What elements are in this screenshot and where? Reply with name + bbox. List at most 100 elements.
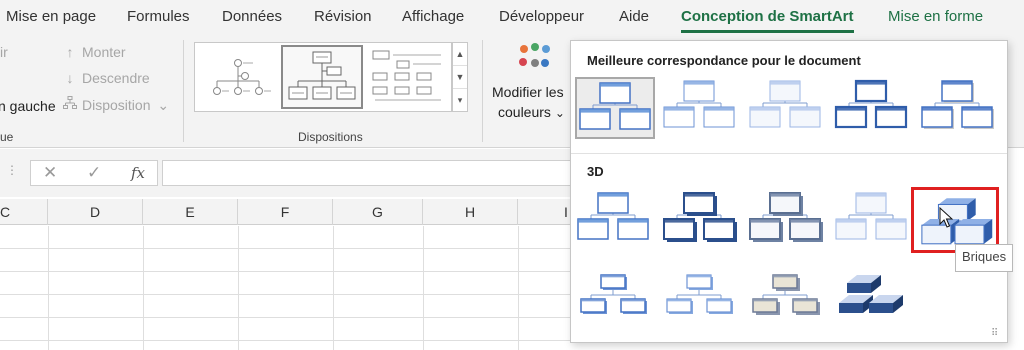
chevron-down-icon: ⌄ <box>554 106 565 120</box>
grid-line <box>143 226 144 350</box>
layout-thumb-3[interactable] <box>367 45 449 109</box>
style-box-top <box>753 299 777 302</box>
style-3d-6[interactable] <box>575 263 655 325</box>
layout-thumb-1[interactable] <box>197 45 279 109</box>
tooltip-briques: Briques <box>955 244 1014 272</box>
style-connector <box>676 101 722 107</box>
enter-check-icon[interactable]: ✓ <box>87 163 101 183</box>
tab-affichage[interactable]: Affichage <box>402 8 464 25</box>
style-box-top <box>750 107 780 111</box>
smartart-styles-dropdown: Meilleure correspondance pour le documen… <box>570 40 1008 343</box>
mouse-cursor-icon <box>939 207 953 228</box>
grid-line <box>48 226 49 350</box>
grid-line <box>333 226 334 350</box>
style-box-top <box>684 81 714 85</box>
tab-developpeur[interactable]: Développeur <box>499 8 584 25</box>
cancel-icon[interactable]: ✕ <box>43 163 57 183</box>
style-box-top <box>621 299 645 302</box>
layout-thumb-2-selected[interactable] <box>281 45 363 109</box>
style-best-2[interactable] <box>661 77 741 139</box>
more-dots-icon[interactable]: ⋮ <box>6 163 18 177</box>
style-box-top <box>667 299 691 302</box>
section-title-best-match: Meilleure correspondance pour le documen… <box>587 53 861 68</box>
style-3d-7[interactable] <box>661 263 741 325</box>
style-best-5[interactable] <box>919 77 999 139</box>
column-header-h[interactable]: H <box>423 199 518 225</box>
group-label-partial: ue <box>0 130 14 144</box>
column-header-f[interactable]: F <box>238 199 333 225</box>
style-box-top <box>618 219 648 223</box>
gallery-scroll-up[interactable]: ▲ <box>453 43 467 66</box>
style-box-top <box>790 107 820 111</box>
palette-dots-icon <box>519 43 550 67</box>
tab-donnees[interactable]: Données <box>222 8 282 25</box>
style-best-4[interactable] <box>833 77 913 139</box>
style-connector <box>762 101 808 107</box>
tab-aide[interactable]: Aide <box>619 8 649 25</box>
modifier-couleurs-button[interactable]: Modifier les couleurs ⌄ <box>492 40 572 124</box>
column-header-e[interactable]: E <box>143 199 238 225</box>
style-3d-4[interactable] <box>833 189 913 251</box>
style-connector <box>590 213 636 219</box>
style-connector <box>848 213 894 219</box>
cell-grid[interactable] <box>0 226 570 350</box>
excel-window: Mise en page Formules Données Révision A… <box>0 0 1024 350</box>
style-best-3[interactable] <box>747 77 827 139</box>
style-box-top <box>620 109 650 113</box>
partial-button-gauche[interactable]: n gauche <box>0 98 56 114</box>
style-box-top <box>770 81 800 85</box>
chevron-down-icon: ⌄ <box>157 97 170 113</box>
style-box-top <box>942 81 972 85</box>
gallery-expand[interactable]: ▾ <box>453 89 467 112</box>
slab-front <box>839 303 863 313</box>
disposition-button[interactable]: Disposition ⌄ <box>62 96 169 114</box>
formula-input[interactable] <box>162 160 572 186</box>
tab-conception-smartart[interactable]: Conception de SmartArt <box>681 8 854 33</box>
style-3d-8[interactable] <box>747 263 827 325</box>
section-divider <box>571 153 1007 154</box>
style-box-top <box>876 107 906 111</box>
slab-front <box>869 303 893 313</box>
style-box-top <box>962 107 992 111</box>
style-box-top <box>856 81 886 85</box>
column-header-d[interactable]: D <box>48 199 143 225</box>
style-3d-1[interactable] <box>575 189 655 251</box>
tab-mise-en-page[interactable]: Mise en page <box>6 8 96 25</box>
grid-line <box>423 226 424 350</box>
style-box-top <box>704 107 734 111</box>
gallery-scroll-down[interactable]: ▼ <box>453 66 467 89</box>
descendre-button[interactable]: ↓ Descendre <box>62 70 150 86</box>
partial-button-top[interactable]: ir <box>0 44 8 60</box>
gallery-scroll: ▲ ▼ ▾ <box>452 42 468 112</box>
grid-line <box>518 226 519 350</box>
style-box-top <box>600 83 630 87</box>
org-chart-icon <box>62 96 78 113</box>
brick-front <box>954 224 985 245</box>
layouts-gallery <box>194 42 452 112</box>
column-header-c[interactable]: C <box>0 199 48 225</box>
style-box-top <box>922 107 952 111</box>
style-box-top <box>770 193 800 197</box>
monter-button[interactable]: ↑ Monter <box>62 44 126 60</box>
tab-revision[interactable]: Révision <box>314 8 372 25</box>
style-3d-9[interactable] <box>833 263 913 325</box>
style-box-top <box>836 107 866 111</box>
column-header-i[interactable]: I <box>518 199 570 225</box>
arrow-up-icon: ↑ <box>66 44 74 60</box>
style-box-top <box>836 219 866 223</box>
resize-grip-icon[interactable]: ⠿ <box>991 328 998 339</box>
style-3d-3[interactable] <box>747 189 827 251</box>
group-separator <box>482 40 483 142</box>
column-header-g[interactable]: G <box>333 199 423 225</box>
style-box-top <box>793 299 817 302</box>
tab-mise-en-forme[interactable]: Mise en forme <box>888 8 983 25</box>
style-3d-2[interactable] <box>661 189 741 251</box>
style-connector <box>592 103 638 109</box>
insert-function-icon[interactable]: fx <box>131 164 145 182</box>
style-best-1-selected[interactable] <box>575 77 655 139</box>
column-header-row: C D E F G H I <box>0 199 570 225</box>
tab-formules[interactable]: Formules <box>127 8 190 25</box>
formula-bar: ⋮ ✕ ✓ fx <box>0 149 572 197</box>
style-box-top <box>581 299 605 302</box>
style-box-top <box>790 219 820 223</box>
